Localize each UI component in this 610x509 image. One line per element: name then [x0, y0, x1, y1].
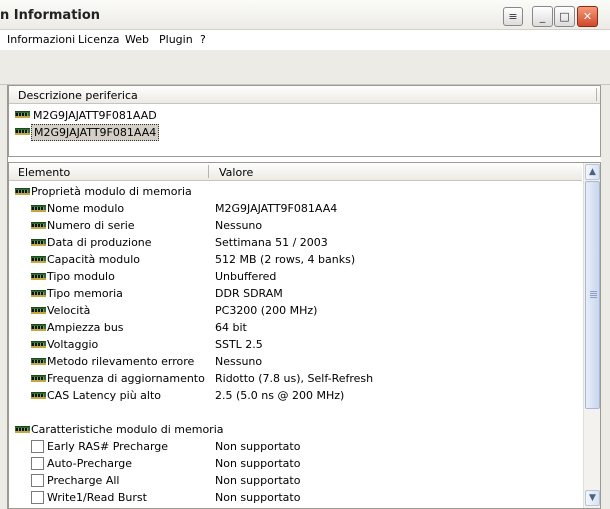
detail-value: Non supportato [215, 474, 301, 487]
detail-name: Metodo rilevamento errore [47, 355, 195, 368]
detail-name: Tipo memoria [47, 287, 123, 300]
scroll-thumb[interactable] [585, 181, 600, 409]
menu-web[interactable]: Web [125, 33, 149, 46]
detail-name: Velocità [47, 304, 91, 317]
detail-value: Unbuffered [215, 270, 277, 283]
menu-help[interactable]: ? [200, 33, 206, 46]
detail-name: Data di produzione [47, 236, 152, 249]
close-icon[interactable]: ✕ [577, 6, 598, 27]
detail-value: Non supportato [215, 457, 301, 470]
detail-name: Write1/Read Burst [47, 491, 147, 504]
device-list: Descrizione periferica M2G9JAJATT9F081AA… [8, 85, 601, 157]
column-value[interactable]: Valore [219, 166, 253, 179]
window-title: n Information [0, 8, 101, 23]
vertical-scrollbar[interactable]: ▲ ▼ [583, 163, 600, 508]
memory-module-icon [31, 307, 46, 314]
detail-row[interactable]: Frequenza di aggiornamento Ridotto (7.8 u… [9, 370, 582, 387]
memory-module-icon [31, 392, 46, 399]
detail-name: Nome modulo [47, 202, 125, 215]
memory-module-icon [31, 222, 46, 229]
detail-row[interactable]: Ampiezza bus 64 bit [9, 319, 582, 336]
menu-bar: Informazioni Licenza Web Plugin ? [0, 30, 610, 49]
detail-name: Capacità modulo [47, 253, 140, 266]
memory-module-icon [15, 111, 30, 118]
memory-module-icon [31, 239, 46, 246]
memory-module-icon [15, 188, 30, 195]
detail-value: M2G9JAJATT9F081AA4 [215, 202, 338, 215]
detail-name: Tipo modulo [47, 270, 115, 283]
menu-licenza[interactable]: Licenza [78, 33, 120, 46]
detail-value: Settimana 51 / 2003 [215, 236, 328, 249]
device-list-header: Descrizione periferica [9, 86, 600, 104]
menu-plugin[interactable]: Plugin [159, 33, 193, 46]
detail-row[interactable]: Tipo modulo Unbuffered [9, 268, 582, 285]
detail-name: Frequenza di aggiornamento [47, 372, 205, 385]
detail-row[interactable]: Velocità PC3200 (200 MHz) [9, 302, 582, 319]
detail-value: Nessuno [215, 219, 263, 232]
detail-value: DDR SDRAM [215, 287, 283, 300]
detail-value: Non supportato [215, 491, 301, 504]
checkbox-unchecked-icon [31, 474, 44, 487]
memory-module-icon [31, 205, 46, 212]
detail-row[interactable]: Nome modulo M2G9JAJATT9F081AA4 [9, 200, 582, 217]
detail-row[interactable]: Precharge All Non supportato [9, 472, 582, 489]
memory-module-icon [31, 290, 46, 297]
detail-value: Non supportato [215, 440, 301, 453]
minimize-icon[interactable]: _ [532, 6, 553, 27]
detail-name: CAS Latency più alto [47, 389, 162, 402]
maximize-icon[interactable]: □ [554, 6, 575, 27]
detail-row[interactable]: Auto-Precharge Non supportato [9, 455, 582, 472]
detail-row[interactable]: Numero di serie Nessuno [9, 217, 582, 234]
detail-value: PC3200 (200 MHz) [215, 304, 318, 317]
memory-module-icon [31, 256, 46, 263]
title-bar: n Information ≡ _ □ ✕ [0, 0, 610, 30]
detail-value: Nessuno [215, 355, 263, 368]
detail-name: Auto-Precharge [47, 457, 133, 470]
memory-module-icon [31, 273, 46, 280]
group-header[interactable]: Proprietà modulo di memoria [9, 183, 582, 200]
detail-row[interactable]: Tipo memoria DDR SDRAM [9, 285, 582, 302]
detail-row[interactable]: Capacità modulo 512 MB (2 rows, 4 banks) [9, 251, 582, 268]
detail-value: Ridotto (7.8 us), Self-Refresh [215, 372, 374, 385]
details-header: Elemento Valore [9, 163, 582, 181]
group-header[interactable]: Caratteristiche modulo di memoria [9, 421, 582, 438]
right-border [601, 85, 610, 509]
detail-value: 64 bit [215, 321, 247, 334]
memory-module-icon [31, 341, 46, 348]
detail-row[interactable]: Early RAS# Precharge Non supportato [9, 438, 582, 455]
checkbox-unchecked-icon [31, 457, 44, 470]
detail-value: SSTL 2.5 [215, 338, 263, 351]
detail-name: Early RAS# Precharge [47, 440, 169, 453]
detail-name: Numero di serie [47, 219, 135, 232]
detail-name: Precharge All [47, 474, 120, 487]
column-device-description[interactable]: Descrizione periferica [18, 89, 138, 102]
menu-informazioni[interactable]: Informazioni [7, 33, 75, 46]
detail-row[interactable]: Data di produzione Settimana 51 / 2003 [9, 234, 582, 251]
device-item-label: M2G9JAJATT9F081AAD [33, 109, 157, 122]
memory-module-icon [15, 426, 30, 433]
checkbox-unchecked-icon [31, 491, 44, 504]
detail-row[interactable]: Voltaggio SSTL 2.5 [9, 336, 582, 353]
detail-value: 2.5 (5.0 ns @ 200 MHz) [215, 389, 345, 402]
detail-row[interactable]: Write1/Read Burst Non supportato [9, 489, 582, 506]
column-element[interactable]: Elemento [18, 166, 70, 179]
toolbar [0, 49, 610, 85]
memory-module-icon [15, 128, 30, 135]
detail-row[interactable]: CAS Latency più alto 2.5 (5.0 ns @ 200 MH… [9, 387, 582, 404]
detail-name: Ampiezza bus [47, 321, 124, 334]
scroll-up-icon[interactable]: ▲ [585, 164, 600, 180]
detail-value: 512 MB (2 rows, 4 banks) [215, 253, 356, 266]
memory-module-icon [31, 324, 46, 331]
detail-name: Voltaggio [47, 338, 99, 351]
details-panel: Elemento Valore Proprietà modulo di memo… [8, 162, 601, 509]
detail-row[interactable]: Metodo rilevamento errore Nessuno [9, 353, 582, 370]
device-item-label: M2G9JAJATT9F081AA4 [31, 124, 160, 141]
scroll-down-icon[interactable]: ▼ [585, 490, 600, 506]
checkbox-unchecked-icon [31, 440, 44, 453]
memory-module-icon [31, 358, 46, 365]
left-splitter[interactable] [0, 85, 8, 509]
memory-module-icon [31, 375, 46, 382]
window-menu-icon[interactable]: ≡ [503, 7, 523, 26]
